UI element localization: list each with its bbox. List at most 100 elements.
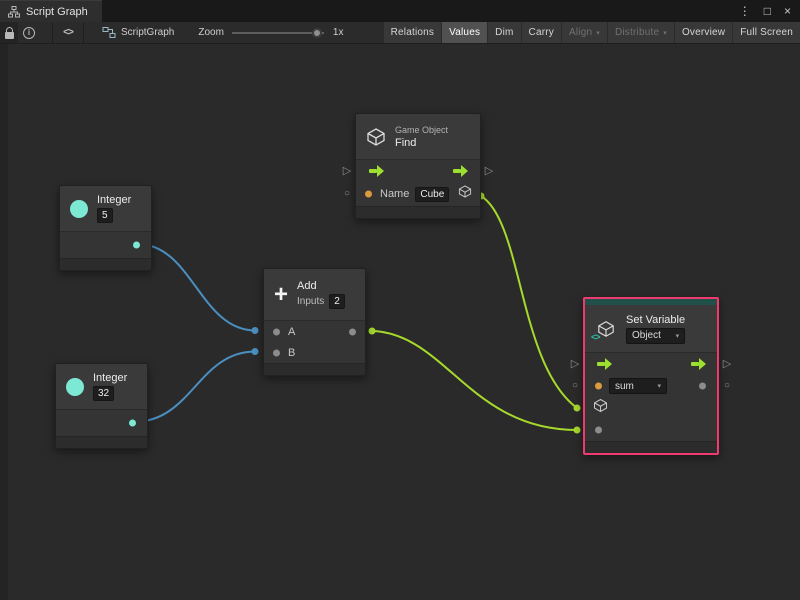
button-label: Overview — [682, 27, 725, 38]
button-label: Full Screen — [740, 27, 793, 38]
flow-port-row — [585, 353, 717, 375]
object-input-port[interactable] — [593, 398, 608, 418]
scriptgraph-icon — [102, 26, 116, 39]
node-footer — [585, 441, 717, 453]
node-title: Find — [395, 137, 448, 149]
script-graph-tab-icon — [8, 6, 20, 18]
port-row — [56, 410, 147, 436]
port-row — [60, 232, 151, 258]
canvas-left-strip — [0, 44, 8, 600]
flow-port-row — [356, 160, 480, 182]
name-value-field[interactable]: Cube — [415, 187, 449, 202]
toolbar-button-overview[interactable]: Overview — [675, 22, 732, 43]
integer-value-field[interactable]: 5 — [97, 208, 113, 223]
flow-out-port-triangle[interactable]: ▷ — [482, 164, 496, 178]
lock-icon — [5, 27, 14, 39]
info-icon — [23, 27, 35, 39]
zoom-slider[interactable] — [232, 27, 324, 39]
set-variable-icon: <> — [595, 319, 617, 339]
variable-scope-dropdown[interactable]: Object ▾ — [626, 328, 685, 344]
code-marks-icon: <> — [591, 332, 600, 342]
node-header: <> Set Variable Object ▾ — [585, 305, 717, 353]
port-row-a: A — [264, 321, 365, 342]
flow-out-port-triangle[interactable]: ▷ — [720, 357, 734, 371]
node-header: Integer 32 — [56, 364, 147, 410]
button-label: Distribute — [615, 27, 659, 38]
name-port-row: Name Cube — [356, 182, 480, 206]
toolbar-button-carry[interactable]: Carry — [522, 22, 561, 43]
integer-output-port[interactable] — [133, 242, 140, 249]
input-port-b[interactable] — [273, 349, 280, 356]
integer-value-field[interactable]: 32 — [93, 386, 114, 401]
window-close-icon[interactable]: × — [784, 5, 791, 17]
toolbar-button-values[interactable]: Values — [442, 22, 487, 43]
port-label-b: B — [288, 347, 295, 359]
graph-name-label: ScriptGraph — [121, 27, 174, 38]
node-category: Game Object — [395, 125, 448, 135]
name-input-port[interactable] — [365, 191, 372, 198]
title-bar: Script Graph ⋮ □ × — [0, 0, 800, 22]
inputs-count-field[interactable]: 2 — [329, 294, 345, 309]
port-label-a: A — [288, 326, 295, 338]
window-maximize-icon[interactable]: □ — [764, 5, 771, 17]
chevron-down-icon: ▾ — [596, 29, 600, 37]
button-label: Dim — [495, 27, 513, 38]
graph-toolbar: <> ScriptGraph Zoom 1x Relations Values … — [0, 22, 800, 44]
button-label: Carry — [529, 27, 554, 38]
node-header: + Add Inputs 2 — [264, 269, 365, 321]
flow-in-port-triangle[interactable]: ▷ — [340, 164, 354, 178]
chevron-down-icon: ▾ — [663, 29, 667, 37]
name-port-circle[interactable]: ○ — [568, 379, 582, 393]
integer-output-port[interactable] — [129, 420, 136, 427]
flow-out-arrow-icon[interactable] — [452, 165, 468, 177]
variable-name-dropdown[interactable]: sum ▾ — [609, 378, 667, 394]
value-input-port[interactable] — [595, 427, 602, 434]
integer-node-1[interactable]: Integer 5 — [59, 185, 152, 271]
input-port-a[interactable] — [273, 328, 280, 335]
flow-in-arrow-icon[interactable] — [368, 165, 384, 177]
code-view-button[interactable]: <> — [52, 22, 84, 43]
game-object-cube-icon — [366, 127, 386, 147]
button-label: Relations — [391, 27, 435, 38]
lock-button[interactable] — [0, 22, 18, 43]
variable-name-input-port[interactable] — [595, 383, 602, 390]
tab-title: Script Graph — [26, 6, 88, 18]
toolbar-button-relations[interactable]: Relations — [384, 22, 442, 43]
sum-output-port[interactable] — [349, 328, 356, 335]
toolbar-button-dim[interactable]: Dim — [488, 22, 520, 43]
node-footer — [264, 363, 365, 375]
integer-node-2[interactable]: Integer 32 — [55, 363, 148, 449]
info-button[interactable] — [18, 22, 40, 43]
flow-in-arrow-icon[interactable] — [596, 358, 612, 370]
set-variable-node[interactable]: <> Set Variable Object ▾ sum ▾ ▷ ▷ ○ ○ — [583, 297, 719, 455]
flow-in-port-triangle[interactable]: ▷ — [568, 357, 582, 371]
find-node[interactable]: Game Object Find Name Cube ▷ ▷ ○ — [355, 113, 481, 219]
gameobject-output-port[interactable] — [458, 185, 472, 204]
output-port-circle[interactable]: ○ — [720, 379, 734, 393]
chevron-down-icon: ▾ — [657, 382, 661, 390]
variable-output-port[interactable] — [699, 383, 706, 390]
toolbar-button-align[interactable]: Align ▾ — [562, 22, 607, 43]
add-node[interactable]: + Add Inputs 2 A B — [263, 268, 366, 376]
plus-icon: + — [274, 283, 288, 307]
window-menu-icon[interactable]: ⋮ — [739, 5, 751, 17]
name-label: Name — [380, 188, 409, 200]
name-port-circle[interactable]: ○ — [340, 187, 354, 201]
zoom-slider-knob[interactable] — [312, 28, 322, 38]
variable-name-value: sum — [615, 381, 634, 392]
inputs-label: Inputs — [297, 296, 324, 307]
graph-reference[interactable]: ScriptGraph — [102, 26, 174, 39]
node-footer — [356, 206, 480, 218]
button-label: Align — [569, 27, 592, 38]
port-row-b: B — [264, 342, 365, 363]
node-header: Game Object Find — [356, 114, 480, 160]
window-controls: ⋮ □ × — [739, 0, 800, 22]
chevron-down-icon: ▾ — [676, 332, 680, 340]
flow-out-arrow-icon[interactable] — [690, 358, 706, 370]
node-title: Integer — [93, 372, 127, 384]
toolbar-button-distribute[interactable]: Distribute ▾ — [608, 22, 674, 43]
zoom-slider-track[interactable] — [232, 32, 324, 34]
toolbar-button-fullscreen[interactable]: Full Screen — [733, 22, 800, 43]
value-input-row — [585, 419, 717, 441]
tab-script-graph[interactable]: Script Graph — [0, 0, 102, 22]
